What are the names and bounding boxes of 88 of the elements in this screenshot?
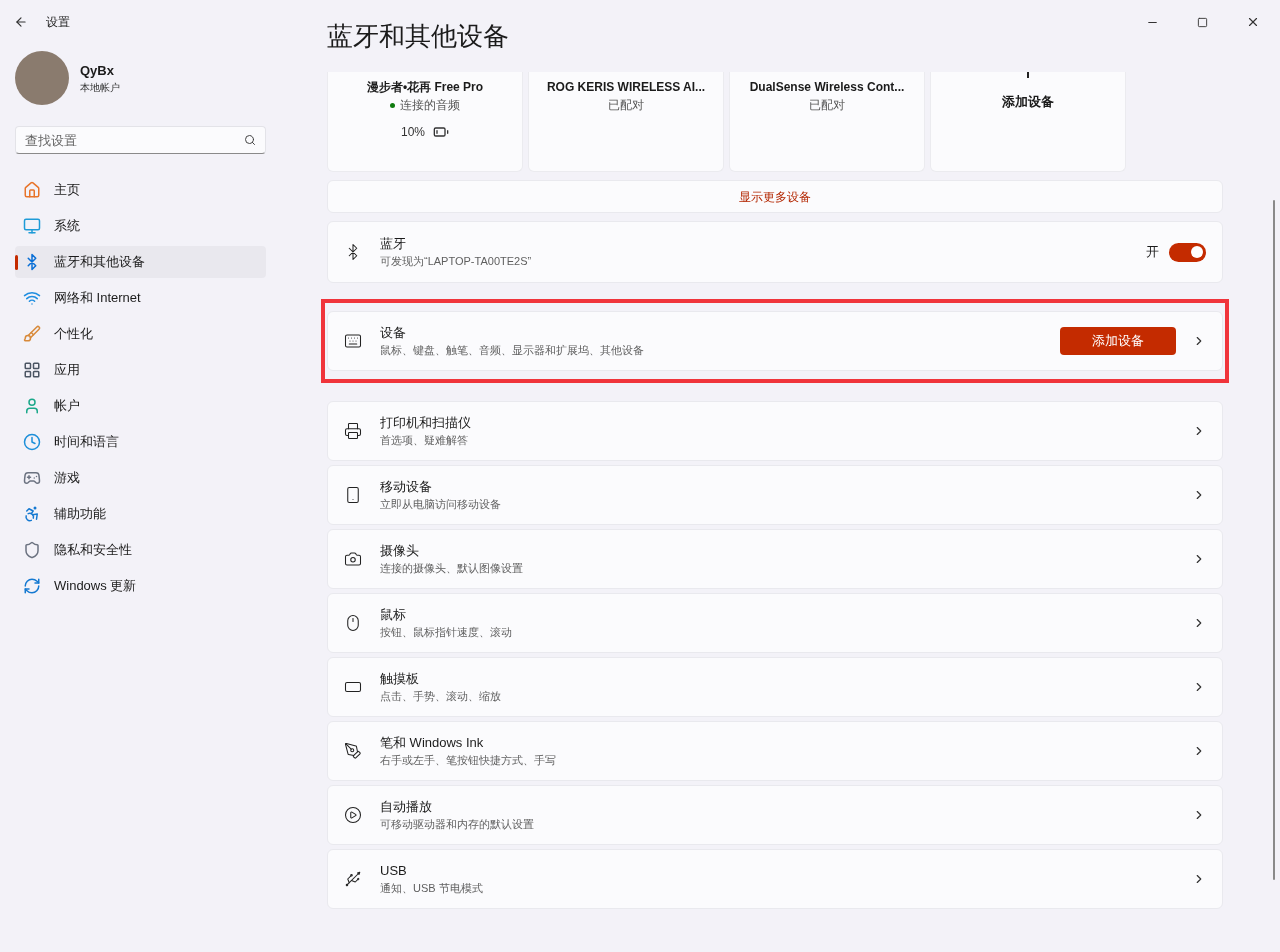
row-subtitle: 可发现为“LAPTOP-TA00TE2S” [380, 254, 533, 269]
settings-row[interactable]: 触摸板 点击、手势、滚动、缩放 [327, 657, 1223, 717]
pen-icon [344, 742, 362, 760]
mouse-icon [344, 614, 362, 632]
shield-icon [23, 541, 41, 559]
settings-row[interactable]: 笔和 Windows Ink 右手或左手、笔按钮快捷方式、手写 [327, 721, 1223, 781]
window-title: 设置 [46, 14, 70, 31]
sidebar-item[interactable]: 系统 [15, 210, 266, 242]
device-name: DualSense Wireless Cont... [749, 79, 905, 96]
row-title: 触摸板 [380, 670, 420, 688]
settings-row[interactable]: 移动设备 立即从电脑访问移动设备 [327, 465, 1223, 525]
card-title: 添加设备 [1002, 93, 1054, 111]
row-title: 移动设备 [380, 478, 433, 496]
row-title: 笔和 Windows Ink [380, 734, 485, 752]
add-device-card[interactable]: 添加设备 [930, 72, 1126, 172]
wifi-icon [23, 289, 41, 307]
bluetooth-toggle[interactable] [1169, 242, 1206, 262]
device-status: 已配对 [809, 97, 845, 114]
settings-row[interactable]: 打印机和扫描仪 首选项、疑难解答 [327, 401, 1223, 461]
search-field[interactable]: 查找设置 [15, 126, 266, 154]
clock-icon [23, 433, 41, 451]
user-name: QyBx [80, 61, 115, 80]
sidebar-item[interactable]: 游戏 [15, 462, 266, 494]
row-subtitle: 连接的摄像头、默认图像设置 [380, 561, 524, 576]
row-subtitle: 可移动驱动器和内存的默认设置 [380, 817, 535, 832]
add-device-button[interactable]: 添加设备 [1060, 327, 1176, 355]
monitor-icon [23, 217, 41, 235]
sidebar-item[interactable]: 帐户 [15, 390, 266, 422]
row-title: USB [380, 862, 408, 880]
row-title: 设备 [380, 324, 407, 342]
row-title: 自动播放 [380, 798, 433, 816]
sidebar-item[interactable]: Windows 更新 [15, 570, 266, 602]
usb-icon [344, 870, 362, 888]
maximize-icon[interactable] [1197, 16, 1208, 28]
search-icon [244, 134, 256, 146]
sidebar-item[interactable]: 个性化 [15, 318, 266, 350]
refresh-icon [23, 577, 41, 595]
battery-icon [433, 124, 449, 140]
sidebar-item[interactable]: 辅助功能 [15, 498, 266, 530]
printer-icon [344, 422, 362, 440]
row-title: 摄像头 [380, 542, 420, 560]
sidebar-item[interactable]: 应用 [15, 354, 266, 386]
row-subtitle: 鼠标、键盘、触笔、音频、显示器和扩展坞、其他设备 [380, 343, 645, 358]
back-icon[interactable] [14, 15, 28, 29]
sidebar-item[interactable]: 主页 [15, 174, 266, 206]
row-subtitle: 右手或左手、笔按钮快捷方式、手写 [380, 753, 557, 768]
row-title: 鼠标 [380, 606, 407, 624]
settings-row[interactable]: 鼠标 按钮、鼠标指针速度、滚动 [327, 593, 1223, 653]
gamepad-icon [23, 469, 41, 487]
row-title: 打印机和扫描仪 [380, 414, 472, 432]
settings-row[interactable]: 设备 鼠标、键盘、触笔、音频、显示器和扩展坞、其他设备 添加设备 [327, 311, 1223, 371]
row-subtitle: 点击、手势、滚动、缩放 [380, 689, 502, 704]
device-card[interactable]: 漫步者•花再 Free Pro 连接的音频 10% [327, 72, 523, 172]
row-subtitle: 通知、USB 节电模式 [380, 881, 484, 896]
close-icon[interactable] [1246, 15, 1260, 29]
scrollbar-thumb[interactable] [1273, 200, 1275, 880]
page-title: 蓝牙和其他设备 [327, 21, 509, 51]
settings-row[interactable]: 自动播放 可移动驱动器和内存的默认设置 [327, 785, 1223, 845]
settings-row[interactable]: 摄像头 连接的摄像头、默认图像设置 [327, 529, 1223, 589]
sidebar-item[interactable]: 时间和语言 [15, 426, 266, 458]
device-name: 漫步者•花再 Free Pro [366, 79, 484, 96]
battery-percent: 10% [401, 124, 425, 141]
row-title: 蓝牙 [380, 235, 407, 253]
home-icon [23, 181, 41, 199]
phone-icon [344, 486, 362, 504]
toggle-state-label: 开 [1146, 243, 1159, 262]
brush-icon [23, 325, 41, 343]
device-status: 连接的音频 [400, 97, 460, 114]
device-name: ROG KERIS WIRELESS AI... [546, 79, 706, 96]
device-card[interactable]: ROG KERIS WIRELESS AI... 已配对 [528, 72, 724, 172]
row-subtitle: 按钮、鼠标指针速度、滚动 [380, 625, 513, 640]
keyboard-icon [344, 332, 362, 350]
camera-icon [344, 550, 362, 568]
device-card[interactable]: DualSense Wireless Cont... 已配对 [729, 72, 925, 172]
show-more-devices-link[interactable]: 显示更多设备 [327, 180, 1223, 213]
account-type: 本地帐户 [80, 81, 120, 96]
device-status: 已配对 [608, 97, 644, 114]
sidebar-item[interactable]: 网络和 Internet [15, 282, 266, 314]
apps-grid-icon [23, 361, 41, 379]
settings-row[interactable]: USB 通知、USB 节电模式 [327, 849, 1223, 909]
row-subtitle: 立即从电脑访问移动设备 [380, 497, 502, 512]
sidebar-item[interactable]: 隐私和安全性 [15, 534, 266, 566]
person-icon [23, 397, 41, 415]
selection-indicator [15, 255, 18, 270]
accessibility-icon [23, 505, 41, 523]
row-subtitle: 首选项、疑难解答 [380, 433, 469, 448]
play-icon [344, 806, 362, 824]
sidebar-item[interactable]: 蓝牙和其他设备 [15, 246, 266, 278]
